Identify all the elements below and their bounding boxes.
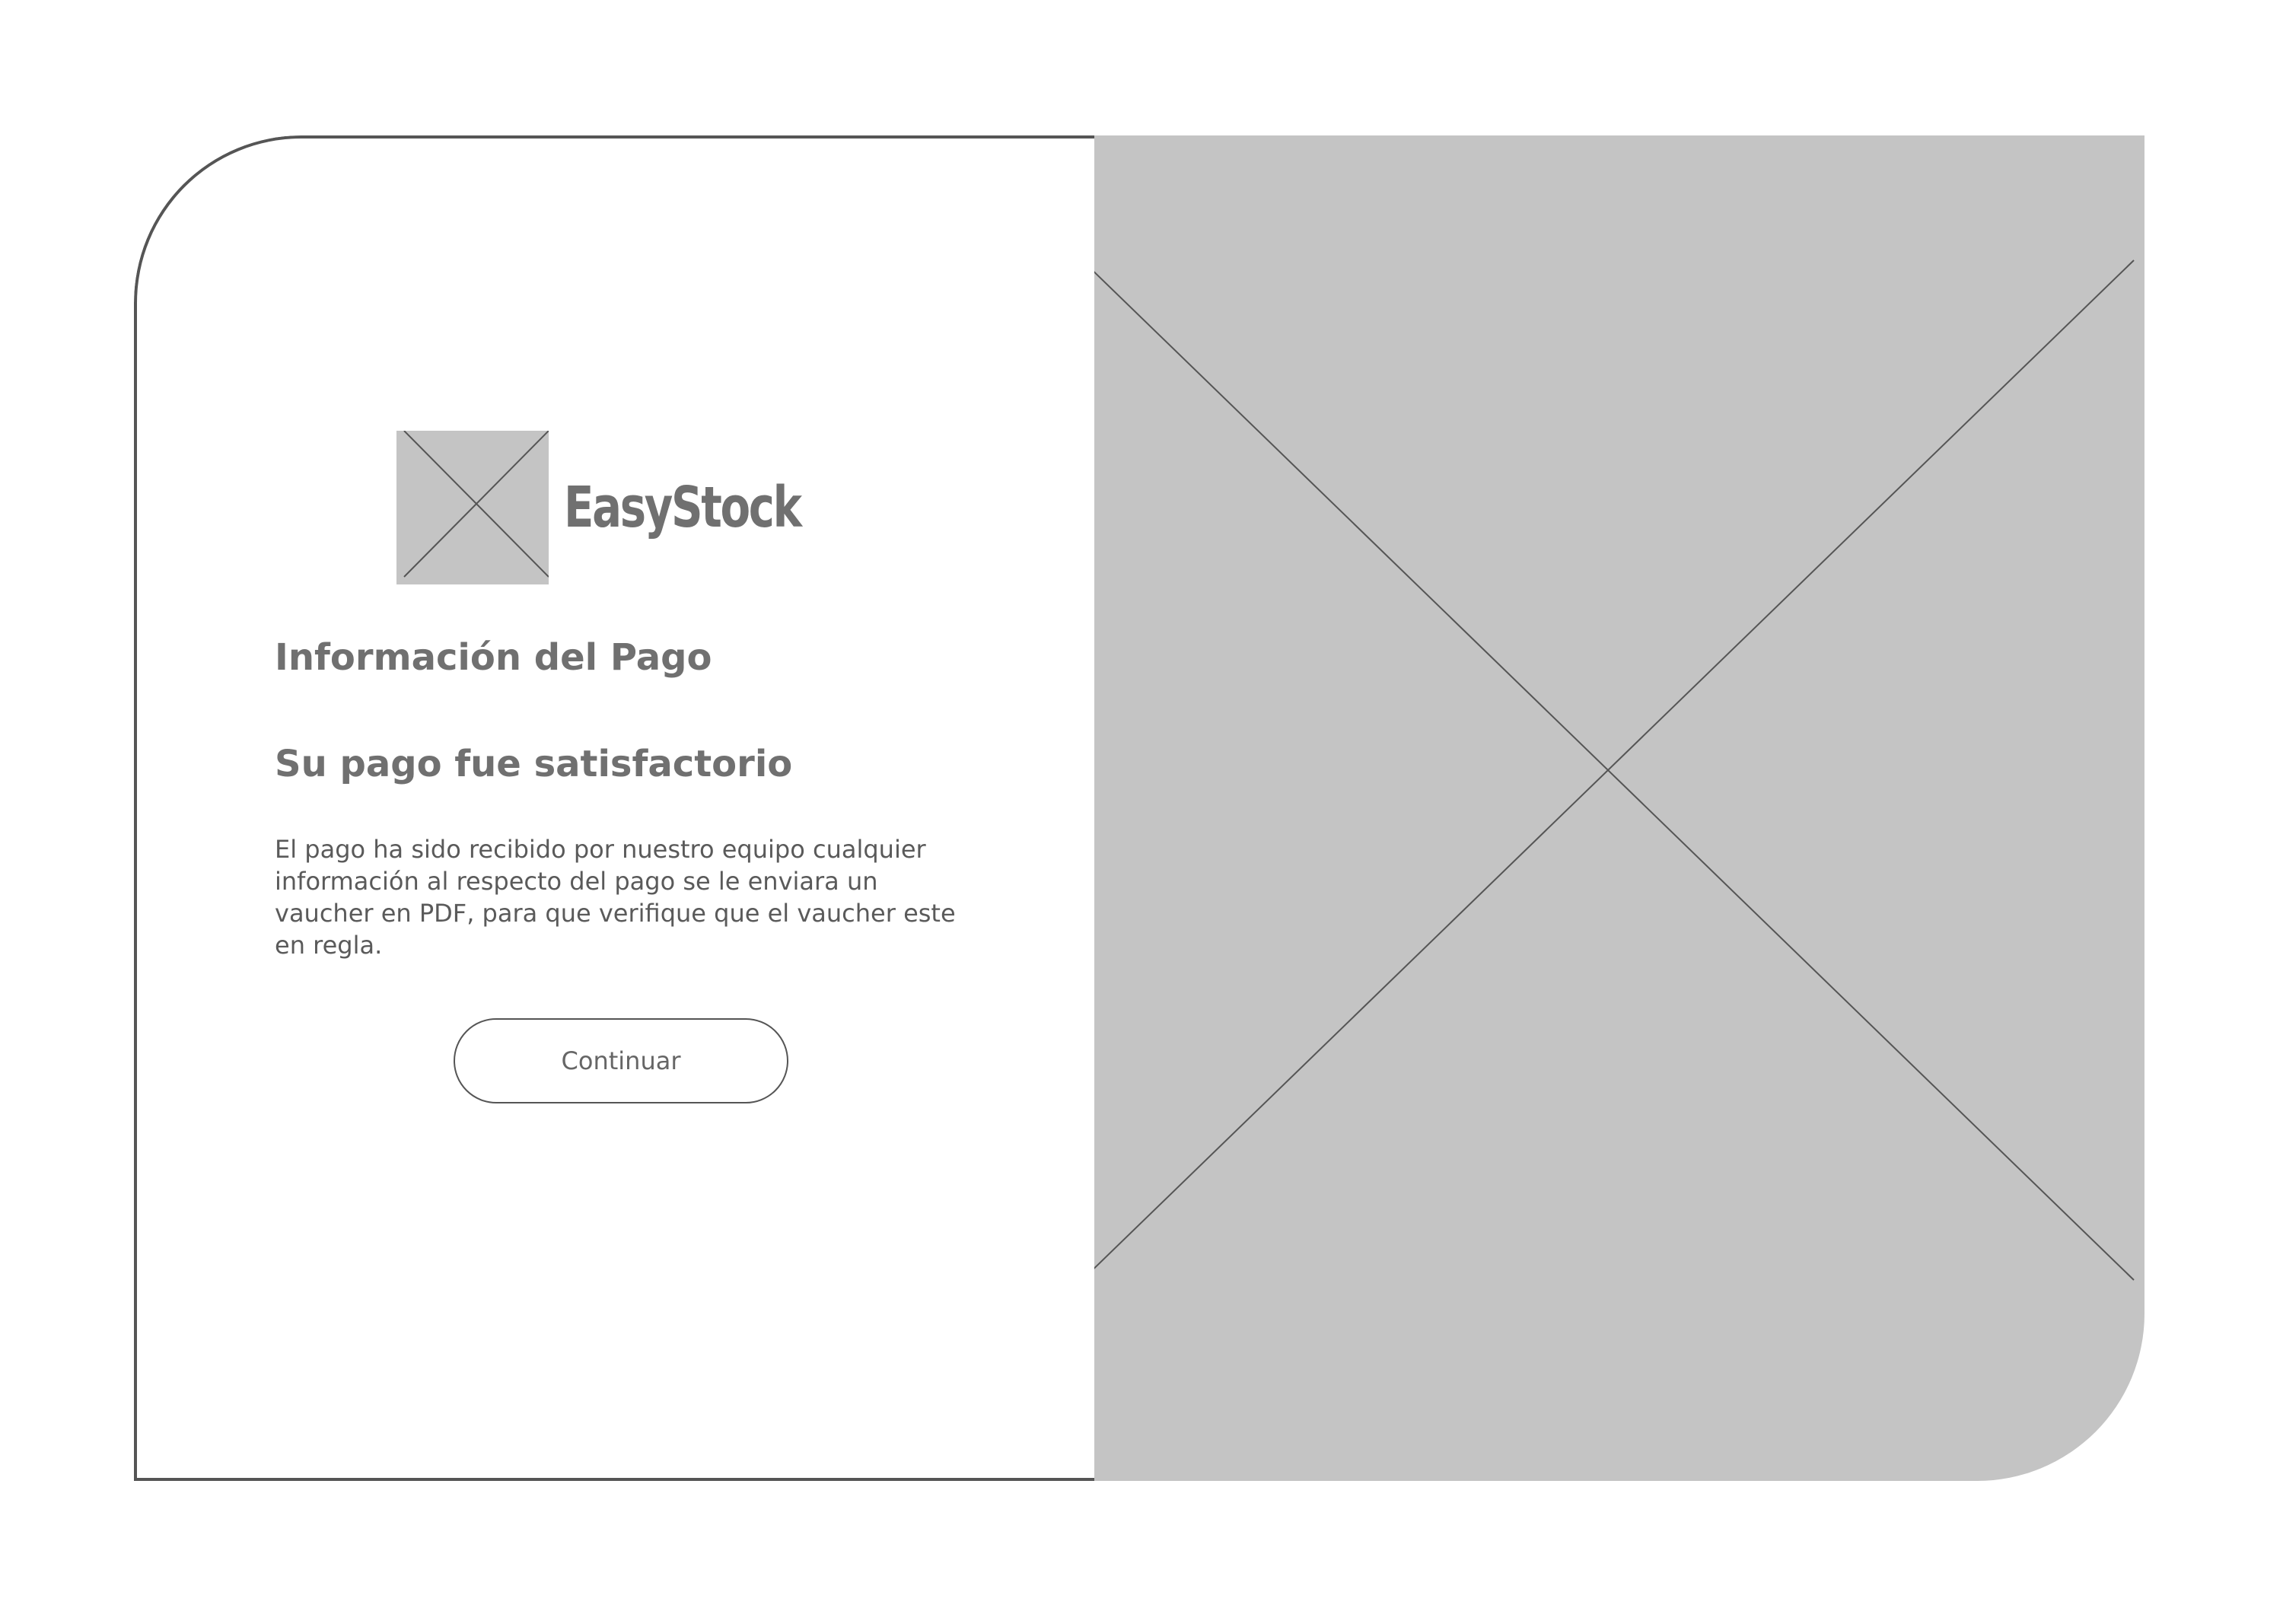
page-title: Información del Pago <box>275 636 712 679</box>
payment-card: EasyStock Información del Pago Su pago f… <box>134 135 2144 1481</box>
continue-button[interactable]: Continuar <box>454 1018 788 1103</box>
brand-name: EasyStock <box>564 475 802 540</box>
payment-info-panel: EasyStock Información del Pago Su pago f… <box>134 135 1094 1481</box>
image-placeholder-icon <box>1094 260 2135 1281</box>
image-placeholder-icon <box>396 431 549 584</box>
brand-logo: EasyStock <box>396 431 867 584</box>
payment-message: El pago ha sido recibido por nuestro equ… <box>275 835 956 960</box>
payment-status-title: Su pago fue satisfactorio <box>275 743 793 785</box>
hero-image-placeholder <box>1094 135 2144 1481</box>
